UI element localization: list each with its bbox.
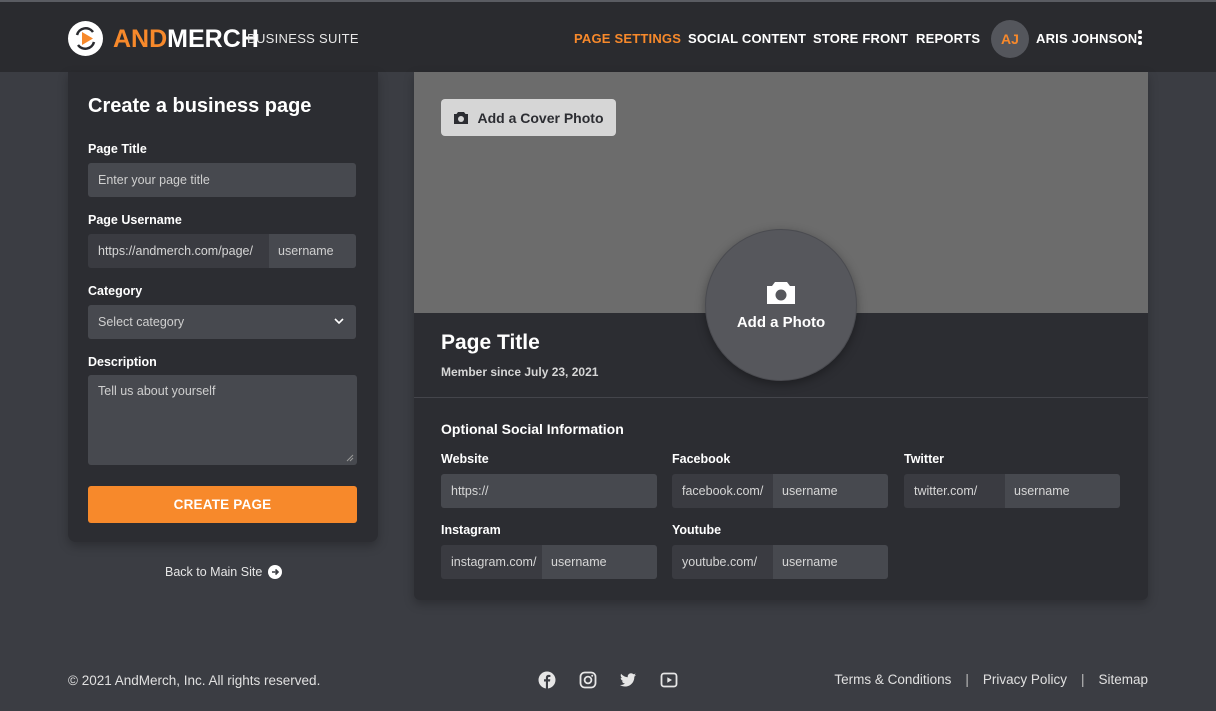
twitter-username-input[interactable]: username (1005, 474, 1120, 508)
facebook-field: facebook.com/ username (672, 474, 888, 508)
logo-icon[interactable] (68, 21, 103, 56)
instagram-prefix: instagram.com/ (441, 545, 542, 579)
website-input[interactable]: https:// (441, 474, 657, 508)
add-cover-photo-button[interactable]: Add a Cover Photo (441, 99, 616, 136)
back-to-main-site-link[interactable]: Back to Main Site (165, 565, 283, 579)
footer-links: Terms & Conditions | Privacy Policy | Si… (834, 672, 1148, 687)
youtube-field: youtube.com/ username (672, 545, 888, 579)
twitter-prefix: twitter.com/ (904, 474, 1005, 508)
privacy-policy-link[interactable]: Privacy Policy (983, 672, 1067, 687)
facebook-icon[interactable] (538, 671, 556, 689)
back-link-label: Back to Main Site (165, 565, 263, 579)
camera-icon (767, 281, 795, 304)
arrow-right-circle-icon (268, 565, 283, 579)
preview-page-title: Page Title (441, 331, 540, 354)
instagram-icon[interactable] (579, 671, 597, 689)
create-page-button[interactable]: CREATE PAGE (88, 486, 357, 523)
more-menu-icon[interactable] (1136, 30, 1144, 48)
page-title-label: Page Title (88, 142, 147, 156)
form-title: Create a business page (88, 95, 312, 117)
footer-separator: | (1080, 672, 1085, 687)
create-page-form: Create a business page Page Title Enter … (68, 72, 378, 542)
instagram-label: Instagram (441, 523, 501, 537)
footer-separator: | (965, 672, 969, 687)
nav-page-settings[interactable]: PAGE SETTINGS (574, 31, 681, 46)
logo-subtitle: BUSINESS SUITE (247, 31, 359, 46)
description-placeholder: Tell us about yourself (98, 384, 216, 398)
facebook-username-input[interactable]: username (773, 474, 888, 508)
category-select-value: Select category (98, 315, 185, 329)
sitemap-link[interactable]: Sitemap (1098, 672, 1148, 687)
youtube-label: Youtube (672, 523, 722, 537)
nav-reports[interactable]: REPORTS (916, 31, 980, 46)
page-username-input[interactable]: username (269, 234, 356, 268)
social-section-title: Optional Social Information (441, 421, 624, 437)
top-navbar: ANDMERCH BUSINESS SUITE PAGE SETTINGS SO… (0, 0, 1216, 72)
website-label: Website (441, 452, 489, 466)
add-profile-photo-button[interactable]: Add a Photo (705, 229, 857, 381)
facebook-label: Facebook (672, 452, 731, 466)
description-textarea[interactable]: Tell us about yourself (88, 375, 357, 465)
nav-social-content[interactable]: SOCIAL CONTENT (688, 31, 806, 46)
username-url-prefix: https://andmerch.com/page/ (88, 234, 269, 268)
logo-wordmark[interactable]: ANDMERCH (113, 24, 259, 54)
page-preview-card: Add a Cover Photo Add a Photo Page Title… (414, 72, 1148, 600)
youtube-prefix: youtube.com/ (672, 545, 773, 579)
page-username-label: Page Username (88, 213, 182, 227)
twitter-field: twitter.com/ username (904, 474, 1120, 508)
description-label: Description (88, 355, 157, 369)
twitter-label: Twitter (904, 452, 945, 466)
instagram-field: instagram.com/ username (441, 545, 657, 579)
page-username-field: https://andmerch.com/page/ username (88, 234, 356, 268)
category-label: Category (88, 284, 143, 298)
copyright-text: © 2021 AndMerch, Inc. All rights reserve… (68, 673, 321, 688)
user-name[interactable]: ARIS JOHNSON (1036, 31, 1137, 46)
divider (414, 397, 1148, 398)
facebook-prefix: facebook.com/ (672, 474, 773, 508)
add-cover-photo-label: Add a Cover Photo (477, 109, 604, 126)
logo-text-and: AND (113, 25, 168, 53)
chevron-down-icon (334, 318, 344, 325)
terms-link[interactable]: Terms & Conditions (834, 672, 951, 687)
resize-handle-icon[interactable] (346, 454, 354, 462)
camera-icon (454, 111, 469, 124)
category-select[interactable]: Select category (88, 305, 356, 339)
member-since-text: Member since July 23, 2021 (441, 365, 599, 379)
avatar[interactable]: AJ (991, 20, 1029, 58)
nav-store-front[interactable]: STORE FRONT (813, 31, 908, 46)
logo-text-merch: MERCH (167, 25, 259, 53)
youtube-username-input[interactable]: username (773, 545, 888, 579)
instagram-username-input[interactable]: username (542, 545, 657, 579)
page-title-input[interactable]: Enter your page title (88, 163, 356, 197)
add-photo-label: Add a Photo (736, 313, 826, 331)
youtube-icon[interactable] (660, 671, 678, 689)
twitter-icon[interactable] (619, 671, 637, 689)
